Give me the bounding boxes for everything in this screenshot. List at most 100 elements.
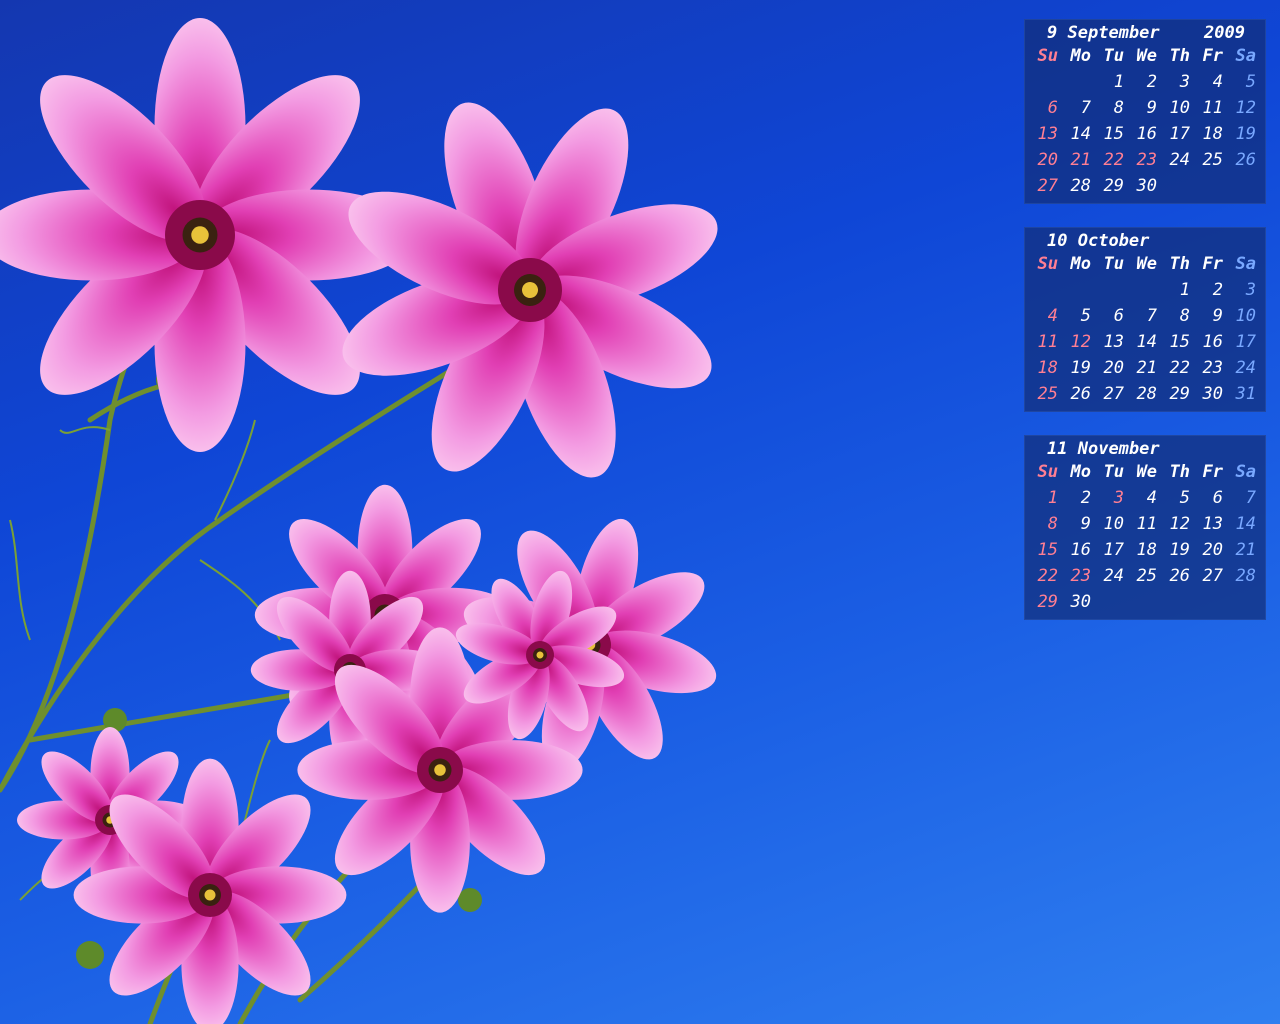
day-cell: 13 [1103, 332, 1124, 352]
empty-cell [1195, 592, 1228, 618]
weekday-label: We [1136, 462, 1157, 482]
month-name: November [1077, 439, 1160, 459]
empty-cell [1030, 280, 1063, 306]
day-cell: 10 [1235, 306, 1256, 326]
day-cell: 21 [1136, 358, 1157, 378]
day-cell: 5 [1080, 306, 1091, 326]
day-cell: 1 [1113, 72, 1124, 92]
day-cell: 11 [1202, 98, 1223, 118]
day-cell: 14 [1070, 124, 1091, 144]
day-cell: 2 [1146, 72, 1157, 92]
weekday-label: Sa [1235, 254, 1256, 274]
day-cell: 30 [1202, 384, 1223, 404]
day-cell: 20 [1037, 150, 1058, 170]
day-cell: 8 [1179, 306, 1190, 326]
day-cell: 18 [1037, 358, 1058, 378]
day-cell: 4 [1146, 488, 1157, 508]
day-cell: 13 [1037, 124, 1058, 144]
day-cell: 8 [1047, 514, 1058, 534]
day-cell: 29 [1103, 176, 1124, 196]
day-cell: 21 [1070, 150, 1091, 170]
day-cell: 4 [1212, 72, 1223, 92]
weekday-label: Mo [1070, 46, 1091, 66]
day-cell: 7 [1146, 306, 1157, 326]
empty-cell [1162, 592, 1195, 618]
day-cell: 6 [1047, 98, 1058, 118]
day-cell: 28 [1136, 384, 1157, 404]
day-cell: 26 [1169, 566, 1190, 586]
weekday-label: Mo [1070, 254, 1091, 274]
month-header: 9 September 2009 [1025, 20, 1265, 46]
day-cell: 5 [1245, 72, 1256, 92]
empty-cell [1030, 72, 1063, 98]
calendar-october: 10 October Su Mo Tu We Th Fr Sa 1 2 3 4 5 6 7 8 9 10 11 12… [1024, 227, 1266, 412]
calendar-november: 11 November Su Mo Tu We Th Fr Sa 1 2 3 4 5 6 7 8 9 10 11 1… [1024, 435, 1266, 620]
month-name: September [1067, 23, 1160, 43]
empty-cell [1129, 592, 1162, 618]
month-grid: Su Mo Tu We Th Fr Sa 1 2 3 4 5 6 7 8 9 10 11 12 13 14 15 16 17 1… [1025, 254, 1265, 410]
day-cell: 14 [1235, 514, 1256, 534]
day-cell: 22 [1169, 358, 1190, 378]
day-cell: 4 [1047, 306, 1058, 326]
empty-cell [1228, 592, 1261, 618]
weekday-label: We [1136, 46, 1157, 66]
day-cell: 8 [1113, 98, 1124, 118]
day-cell: 24 [1103, 566, 1124, 586]
day-cell: 3 [1113, 488, 1124, 508]
day-cell: 15 [1103, 124, 1124, 144]
weekday-label: Su [1037, 462, 1058, 482]
day-cell: 12 [1070, 332, 1091, 352]
day-cell: 7 [1080, 98, 1091, 118]
day-cell: 27 [1103, 384, 1124, 404]
empty-cell [1195, 176, 1228, 202]
empty-cell [1063, 280, 1096, 306]
calendar-september: 9 September 2009 Su Mo Tu We Th Fr Sa 1 2 3 4 5 6 7 8 9… [1024, 19, 1266, 204]
day-cell: 5 [1179, 488, 1190, 508]
weekday-label: We [1136, 254, 1157, 274]
day-cell: 2 [1080, 488, 1091, 508]
day-cell: 1 [1179, 280, 1190, 300]
day-cell: 1 [1047, 488, 1058, 508]
day-cell: 29 [1037, 592, 1058, 612]
month-grid: Su Mo Tu We Th Fr Sa 1 2 3 4 5 6 7 8 9 10 11 12 13 14 15 16 17 1… [1025, 46, 1265, 202]
day-cell: 15 [1037, 540, 1058, 560]
day-cell: 11 [1037, 332, 1058, 352]
day-cell: 16 [1136, 124, 1157, 144]
day-cell: 17 [1103, 540, 1124, 560]
day-cell: 19 [1169, 540, 1190, 560]
weekday-label: Su [1037, 254, 1058, 274]
day-cell: 22 [1037, 566, 1058, 586]
weekday-label: Th [1169, 254, 1190, 274]
day-cell: 23 [1070, 566, 1091, 586]
day-cell: 17 [1235, 332, 1256, 352]
day-cell: 16 [1202, 332, 1223, 352]
day-cell: 26 [1235, 150, 1256, 170]
day-cell: 25 [1136, 566, 1157, 586]
day-cell: 9 [1146, 98, 1157, 118]
day-cell: 18 [1202, 124, 1223, 144]
day-cell: 9 [1080, 514, 1091, 534]
day-cell: 24 [1169, 150, 1190, 170]
day-cell: 27 [1202, 566, 1223, 586]
day-cell: 21 [1235, 540, 1256, 560]
weekday-label: Tu [1103, 462, 1124, 482]
weekday-label: Fr [1202, 462, 1223, 482]
day-cell: 29 [1169, 384, 1190, 404]
weekday-label: Mo [1070, 462, 1091, 482]
day-cell: 28 [1235, 566, 1256, 586]
day-cell: 14 [1136, 332, 1157, 352]
empty-cell [1096, 280, 1129, 306]
day-cell: 31 [1235, 384, 1256, 404]
month-header: 11 November [1025, 436, 1265, 462]
weekday-label: Th [1169, 46, 1190, 66]
weekday-label: Fr [1202, 254, 1223, 274]
month-number: 9 [1047, 23, 1058, 43]
day-cell: 17 [1169, 124, 1190, 144]
weekday-label: Tu [1103, 254, 1124, 274]
day-cell: 13 [1202, 514, 1223, 534]
day-cell: 20 [1202, 540, 1223, 560]
day-cell: 30 [1070, 592, 1091, 612]
weekday-label: Sa [1235, 462, 1256, 482]
day-cell: 15 [1169, 332, 1190, 352]
day-cell: 23 [1202, 358, 1223, 378]
